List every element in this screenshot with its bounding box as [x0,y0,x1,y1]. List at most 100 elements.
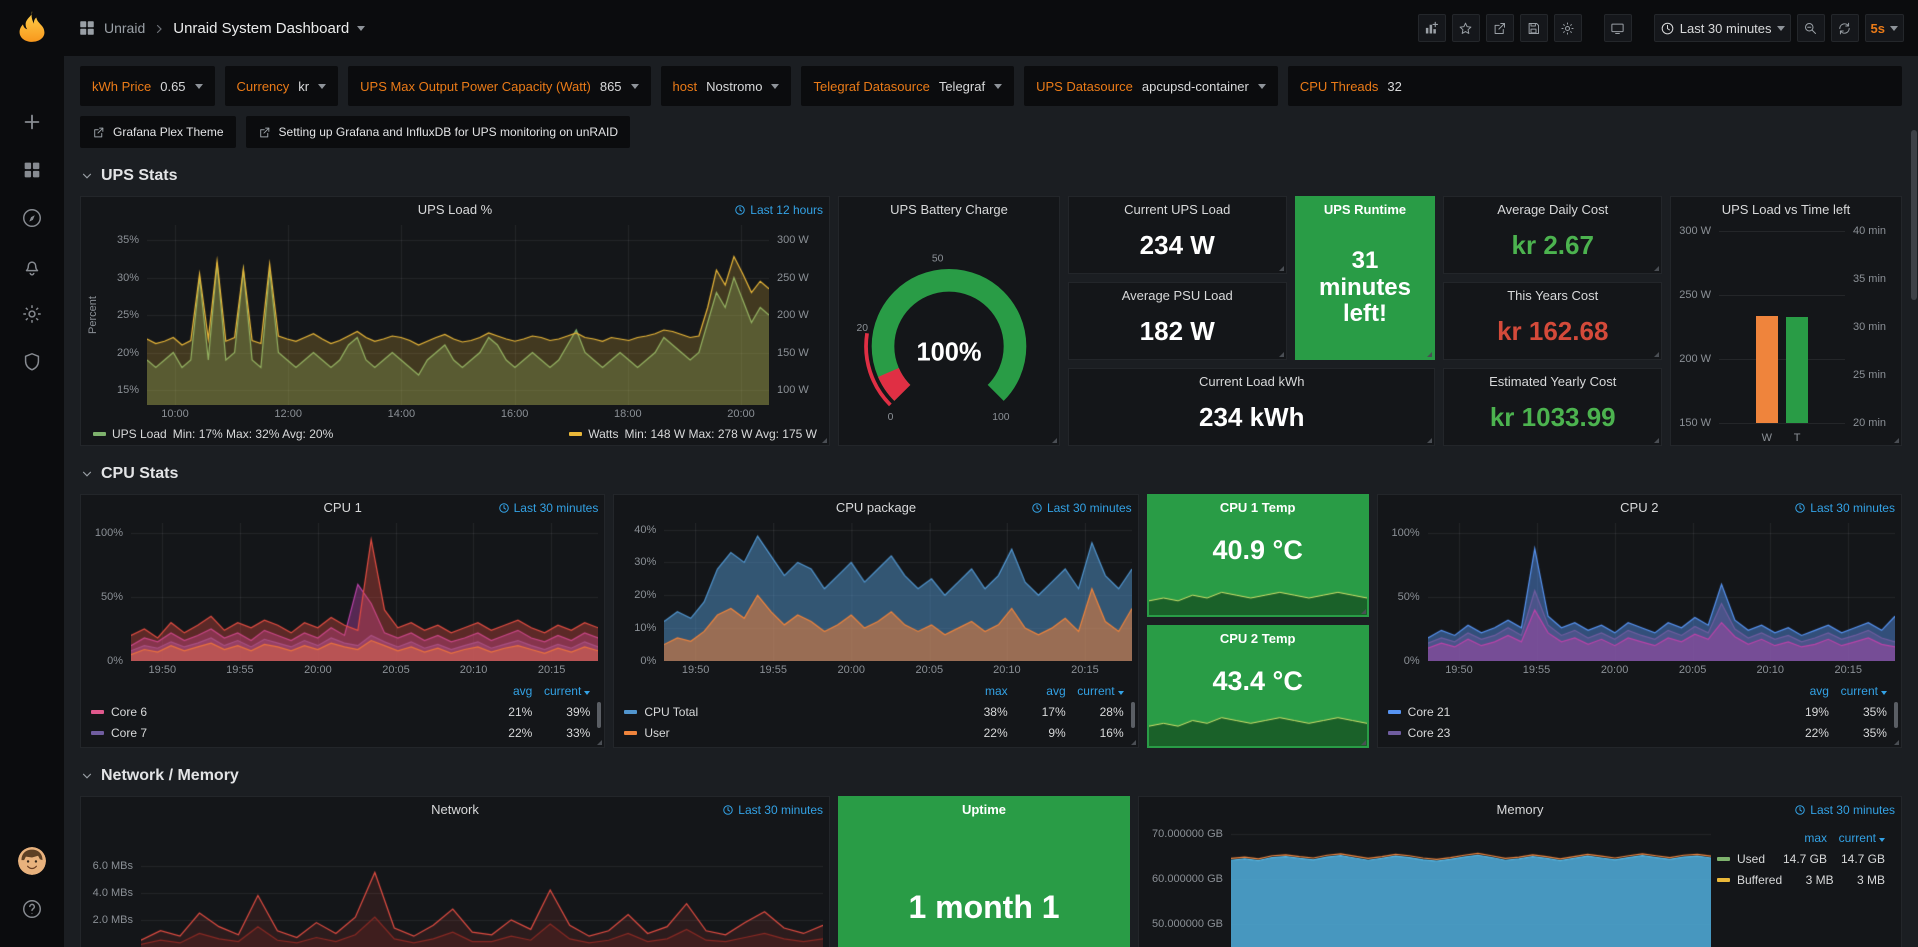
user-avatar[interactable] [18,847,46,875]
legend-sort-column[interactable]: current [1066,684,1124,698]
legend-series-name[interactable]: Core 6 [91,705,474,719]
section-cpu-stats[interactable]: CPU Stats [80,462,1902,486]
variable-ups-max-output[interactable]: UPS Max Output Power Capacity (Watt) 865 [348,66,650,106]
y-axis-left: 6.0 MBs4.0 MBs2.0 MBs [85,825,141,947]
panel-title[interactable]: Memory [1139,797,1901,823]
section-ups-stats[interactable]: UPS Stats [80,164,1902,188]
panel-title[interactable]: Uptime [839,797,1129,823]
dashboard-title[interactable]: Unraid System Dashboard [173,20,349,37]
variable-host[interactable]: host Nostromo [661,66,792,106]
create-plus-icon[interactable] [21,111,43,133]
panel-title[interactable]: Network [81,797,829,823]
legend-scrollbar[interactable] [1131,702,1135,728]
variable-value[interactable]: kr [298,79,309,94]
save-button[interactable] [1520,14,1548,42]
legend-sort-column[interactable]: avg [1771,684,1829,698]
graph-canvas[interactable] [141,825,823,947]
refresh-button[interactable] [1831,14,1859,42]
apps-grid-icon[interactable] [78,19,96,37]
legend-series-name[interactable]: User [624,726,949,740]
panel-title[interactable]: CPU 2 Temp [1148,626,1368,652]
variable-ups-datasource[interactable]: UPS Datasource apcupsd-container [1024,66,1278,106]
legend-series-name[interactable]: Core 7 [91,726,474,740]
legend-sort-column[interactable]: avg [474,684,532,698]
breadcrumb-app[interactable]: Unraid [104,20,145,36]
legend-scrollbar[interactable] [597,702,601,728]
panel-title[interactable]: Average Daily Cost [1444,197,1661,223]
graph-canvas[interactable] [664,523,1131,661]
legend-series-name[interactable]: CPU Total [624,705,949,719]
scrollbar-thumb[interactable] [1911,130,1917,300]
variable-value[interactable]: 0.65 [160,79,185,94]
panel-title[interactable]: Estimated Yearly Cost [1444,369,1661,395]
help-question-icon[interactable] [21,898,43,920]
legend-series-name[interactable]: Used [1717,852,1769,866]
page-scrollbar[interactable] [1910,0,1918,947]
panel-title[interactable]: This Years Cost [1444,283,1661,309]
panel-title[interactable]: UPS Load % [81,197,829,223]
variable-value[interactable]: Telegraf [939,79,985,94]
graph-canvas[interactable] [131,523,598,661]
variable-value[interactable]: apcupsd-container [1142,79,1249,94]
section-network-memory[interactable]: Network / Memory [80,764,1902,788]
dashboard-settings-button[interactable] [1554,14,1582,42]
axis-tick-label: 19:55 [226,664,254,676]
zoom-out-button[interactable] [1797,14,1825,42]
add-panel-button[interactable] [1418,14,1446,42]
configuration-gear-icon[interactable] [21,303,43,325]
legend-series-name[interactable]: Buffered [1717,873,1782,887]
grafana-logo-icon[interactable] [15,10,49,44]
y-axis-left: 100%50%0% [1382,523,1428,661]
variable-kwh-price[interactable]: kWh Price 0.65 [80,66,215,106]
legend-sort-column[interactable]: avg [1008,684,1066,698]
panel-title[interactable]: UPS Battery Charge [839,197,1059,223]
legend-sort-column[interactable]: current [1827,831,1885,845]
variable-value[interactable]: Nostromo [706,79,762,94]
legend-sort-column[interactable]: current [532,684,590,698]
panel-title[interactable]: Average PSU Load [1069,283,1286,309]
axis-tick-label: 20 min [1853,417,1886,429]
svg-text:20: 20 [856,323,868,334]
axis-tick-label: 300 W [1679,225,1711,237]
dashboard-link-plex-theme[interactable]: Grafana Plex Theme [80,116,236,148]
admin-shield-icon[interactable] [21,351,43,373]
legend-sort-column[interactable]: max [950,684,1008,698]
alerting-bell-icon[interactable] [21,255,43,277]
panel-title[interactable]: Current Load kWh [1069,369,1434,395]
panel-title[interactable]: UPS Runtime [1296,197,1435,223]
panel-title[interactable]: UPS Load vs Time left [1671,197,1901,223]
sort-caret-icon [1118,691,1124,695]
refresh-interval-picker[interactable]: 5s [1865,14,1904,42]
variable-currency[interactable]: Currency kr [225,66,339,106]
kiosk-monitor-button[interactable] [1604,14,1632,42]
legend-sort-column[interactable]: current [1829,684,1887,698]
panel-title[interactable]: CPU 1 Temp [1148,495,1368,521]
panel-title[interactable]: Current UPS Load [1069,197,1286,223]
time-range-picker[interactable]: Last 30 minutes [1654,14,1791,42]
y-axis-title: Percent [85,225,101,405]
cpu-threads-input[interactable]: 32 [1387,79,1401,94]
panel-this-years-cost: This Years Cost kr 162.68 [1443,282,1662,360]
dashboards-icon[interactable] [21,159,43,181]
chevron-down-icon[interactable] [357,26,365,31]
legend-scrollbar[interactable] [1894,702,1898,728]
variable-cpu-threads[interactable]: CPU Threads 32 [1288,66,1902,106]
top-navbar: Unraid Unraid System Dashboard [64,0,1918,56]
section-title: UPS Stats [101,167,177,185]
graph-canvas[interactable] [1231,825,1711,947]
clock-icon [1794,502,1806,514]
graph-canvas[interactable] [147,225,769,405]
variable-value[interactable]: 865 [600,79,622,94]
legend-series-name[interactable]: Core 23 [1388,726,1771,740]
legend-sort-column[interactable]: max [1769,831,1827,845]
explore-compass-icon[interactable] [21,207,43,229]
legend-series-watts[interactable]: Watts Min: 148 W Max: 278 W Avg: 175 W [569,427,817,441]
stat-value: kr 162.68 [1497,317,1608,346]
variable-telegraf-datasource[interactable]: Telegraf Datasource Telegraf [801,66,1014,106]
dashboard-link-ups-monitoring-guide[interactable]: Setting up Grafana and InfluxDB for UPS … [246,116,631,148]
share-button[interactable] [1486,14,1514,42]
star-button[interactable] [1452,14,1480,42]
graph-canvas[interactable] [1428,523,1895,661]
legend-series-name[interactable]: Core 21 [1388,705,1771,719]
legend-series-ups-load[interactable]: UPS Load Min: 17% Max: 32% Avg: 20% [93,427,333,441]
